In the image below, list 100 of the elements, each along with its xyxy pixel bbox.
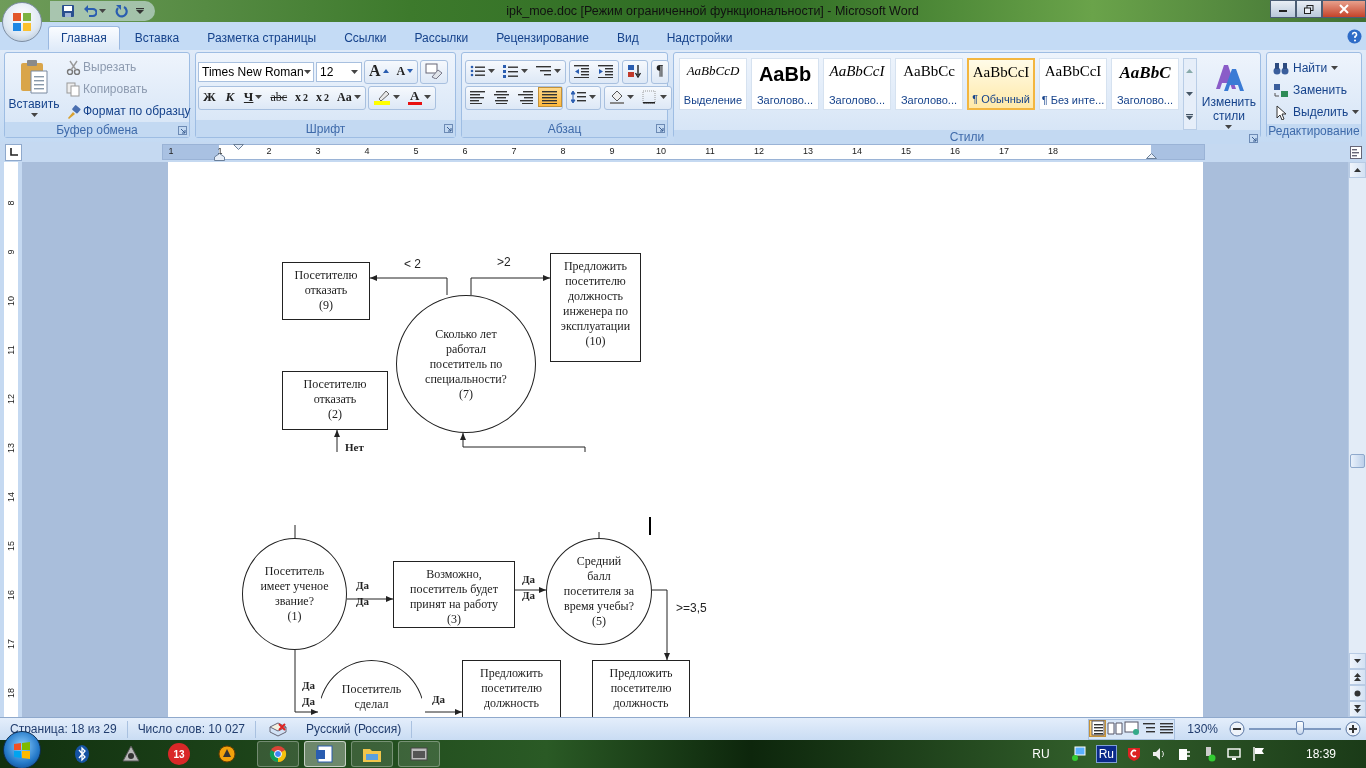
style-item[interactable]: AaBbCcI Заголово...: [823, 58, 891, 110]
grow-font-button[interactable]: A: [365, 61, 393, 81]
dialog-launcher-icon: [1249, 134, 1258, 143]
paste-button[interactable]: Вставить: [8, 56, 60, 122]
style-item[interactable]: AaBbCcD Выделение: [679, 58, 747, 110]
shrink-font-button[interactable]: A: [392, 61, 418, 81]
align-right-icon: [518, 90, 534, 104]
italic-button[interactable]: К: [219, 87, 240, 107]
clock[interactable]: 18:39: [1305, 747, 1336, 761]
replace-button[interactable]: Заменить: [1272, 79, 1361, 101]
redo-icon: [114, 4, 128, 18]
ruler-number: 13: [802, 146, 814, 156]
align-justify-button[interactable]: [538, 87, 562, 107]
edge-label: Да: [356, 594, 370, 608]
view-reading-icon: [1106, 720, 1123, 736]
ribbon-tab[interactable]: Рассылки: [401, 26, 482, 50]
zoom-slider-thumb[interactable]: [1295, 721, 1304, 735]
dialog-launcher-icon: [178, 126, 187, 135]
browser-icon: [268, 744, 288, 764]
zoom-out-button[interactable]: [1228, 720, 1246, 738]
caret-icon: [1352, 110, 1360, 114]
flowchart-circle: Средний балл посетителя за время учебы? (5): [546, 538, 652, 645]
save-button[interactable]: [60, 3, 76, 19]
select-button[interactable]: Выделить: [1272, 101, 1361, 123]
close-button[interactable]: [1322, 0, 1366, 18]
zoom-level[interactable]: 130%: [1175, 722, 1228, 736]
ribbon-tab[interactable]: Главная: [48, 26, 120, 50]
dialog-launcher-icon: [656, 124, 665, 133]
format-brush-icon: [66, 103, 81, 119]
ribbon-tab[interactable]: Разметка страницы: [194, 26, 330, 50]
group-title: Буфер обмена: [56, 122, 138, 137]
font-name-field[interactable]: Times New Roman: [198, 62, 314, 82]
shield-icon: [1125, 746, 1142, 762]
edge-label: Да: [302, 678, 316, 692]
browse-object-button[interactable]: [1349, 685, 1366, 701]
ruler-number: 7: [510, 146, 518, 156]
undo-button[interactable]: [82, 3, 107, 19]
double-caret-icon: [1354, 705, 1361, 713]
style-item[interactable]: AaBbCcI ¶ Без инте...: [1039, 58, 1107, 110]
ribbon-tab[interactable]: Надстройки: [653, 26, 746, 50]
caret-icon: [521, 69, 528, 73]
tab-selector[interactable]: [5, 143, 22, 161]
view-ruler-button[interactable]: [1349, 144, 1363, 160]
bold-button[interactable]: Ж: [199, 87, 220, 107]
taskbar-window-button[interactable]: [351, 741, 393, 767]
ribbon-tab[interactable]: Ссылки: [331, 26, 400, 50]
word-count[interactable]: Число слов: 10 027: [127, 720, 257, 738]
font-size-field[interactable]: 12: [316, 62, 362, 82]
increase-indent-icon: [598, 64, 614, 78]
show-marks-button[interactable]: ¶: [652, 61, 668, 81]
view-reading-button[interactable]: [1106, 719, 1124, 737]
edge-label: Да: [356, 578, 370, 592]
ruler-number: 11: [6, 344, 16, 357]
style-item[interactable]: AaBb Заголово...: [751, 58, 819, 110]
ruler-icon: [1350, 145, 1362, 159]
style-item[interactable]: AaBbCc Заголово...: [895, 58, 963, 110]
previous-page-button[interactable]: [1349, 669, 1366, 685]
office-button[interactable]: [2, 2, 42, 42]
input-language[interactable]: RU: [1032, 747, 1050, 761]
scroll-up-button[interactable]: [1349, 162, 1366, 178]
caret-icon: [353, 95, 361, 99]
restore-button[interactable]: [1296, 0, 1322, 18]
underline-button[interactable]: Ч: [239, 87, 267, 107]
caret-icon: [392, 95, 400, 99]
style-item[interactable]: AaBbC Заголово...: [1111, 58, 1179, 110]
style-item[interactable]: AaBbCcI ¶ Обычный: [967, 58, 1035, 110]
edge-label: < 2: [404, 257, 421, 271]
customize-button[interactable]: [135, 7, 145, 15]
strikethrough-button[interactable]: abc: [266, 87, 292, 107]
edge-label: Да: [432, 692, 446, 706]
caret-icon: [351, 70, 358, 74]
find-button[interactable]: Найти: [1272, 57, 1361, 79]
scrollbar-thumb[interactable]: [1350, 454, 1365, 468]
ribbon-tab[interactable]: Рецензирование: [483, 26, 602, 50]
flowchart-box: Предложить посетителю должность инженера по эксплуатации (10): [550, 253, 641, 362]
redo-button[interactable]: [113, 3, 129, 19]
ribbon-tab[interactable]: Вставка: [121, 26, 193, 50]
more-icon: [1186, 114, 1194, 121]
zoom-in-button[interactable]: [1344, 720, 1362, 738]
ribbon-tab[interactable]: Вид: [603, 26, 652, 50]
caret-icon: [255, 95, 263, 99]
language-indicator[interactable]: Русский (Россия): [296, 720, 413, 738]
input-method-indicator[interactable]: Ru: [1095, 745, 1117, 763]
taskbar-window-button[interactable]: [398, 741, 440, 767]
change-styles-button[interactable]: Изменить стили: [1200, 58, 1257, 130]
font-color-button[interactable]: A: [403, 87, 435, 107]
ruler-number: 10: [655, 146, 667, 156]
clipboard-button[interactable]: Формат по образцу: [63, 100, 194, 122]
caret-icon: [488, 69, 495, 73]
caret-icon: [423, 95, 431, 99]
scroll-down-button[interactable]: [1349, 653, 1366, 669]
ruler-number: 17: [6, 638, 16, 651]
view-print-button[interactable]: [1089, 719, 1107, 737]
taskbar-window-button[interactable]: [257, 741, 299, 767]
edge-label: Да: [522, 588, 536, 602]
caret-icon: [627, 95, 634, 99]
next-page-button[interactable]: [1349, 701, 1366, 717]
minimize-button[interactable]: [1270, 0, 1296, 18]
taskbar-window-button[interactable]: [304, 741, 346, 767]
change-case-button[interactable]: Aa: [333, 87, 365, 107]
